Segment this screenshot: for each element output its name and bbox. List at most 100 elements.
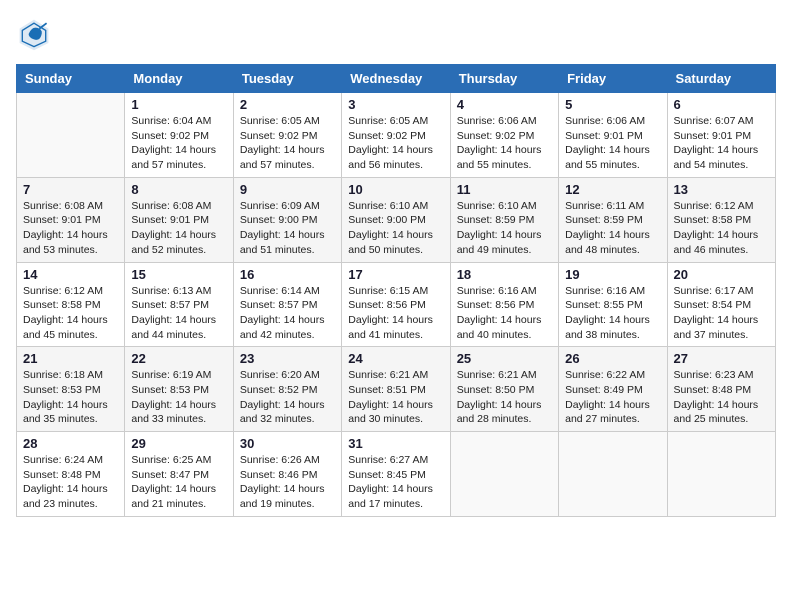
day-number: 24 [348, 351, 443, 366]
calendar-cell: 27 Sunrise: 6:23 AM Sunset: 8:48 PM Dayli… [667, 347, 775, 432]
calendar-cell: 23 Sunrise: 6:20 AM Sunset: 8:52 PM Dayli… [233, 347, 341, 432]
calendar-cell: 16 Sunrise: 6:14 AM Sunset: 8:57 PM Dayli… [233, 262, 341, 347]
calendar-cell: 7 Sunrise: 6:08 AM Sunset: 9:01 PM Daylig… [17, 177, 125, 262]
calendar-cell: 15 Sunrise: 6:13 AM Sunset: 8:57 PM Dayli… [125, 262, 233, 347]
calendar-cell: 29Sunrise: 6:25 AM Sunset: 8:47 PM Dayli… [125, 432, 233, 517]
day-info: Sunrise: 6:06 AM Sunset: 9:02 PM Dayligh… [457, 114, 552, 173]
day-number: 21 [23, 351, 118, 366]
calendar-week-4: 21 Sunrise: 6:18 AM Sunset: 8:53 PM Dayli… [17, 347, 776, 432]
header-day-friday: Friday [559, 65, 667, 93]
calendar-cell: 2 Sunrise: 6:05 AM Sunset: 9:02 PM Daylig… [233, 93, 341, 178]
calendar-cell: 5 Sunrise: 6:06 AM Sunset: 9:01 PM Daylig… [559, 93, 667, 178]
day-info: Sunrise: 6:08 AM Sunset: 9:01 PM Dayligh… [131, 199, 226, 258]
header-day-tuesday: Tuesday [233, 65, 341, 93]
day-info: Sunrise: 6:12 AM Sunset: 8:58 PM Dayligh… [23, 284, 118, 343]
day-number: 7 [23, 182, 118, 197]
day-number: 13 [674, 182, 769, 197]
calendar-cell: 20 Sunrise: 6:17 AM Sunset: 8:54 PM Dayli… [667, 262, 775, 347]
day-number: 1 [131, 97, 226, 112]
day-info: Sunrise: 6:19 AM Sunset: 8:53 PM Dayligh… [131, 368, 226, 427]
day-number: 25 [457, 351, 552, 366]
day-info: Sunrise: 6:07 AM Sunset: 9:01 PM Dayligh… [674, 114, 769, 173]
calendar-cell: 13 Sunrise: 6:12 AM Sunset: 8:58 PM Dayli… [667, 177, 775, 262]
day-number: 2 [240, 97, 335, 112]
calendar-week-5: 28 Sunrise: 6:24 AM Sunset: 8:48 PM Dayli… [17, 432, 776, 517]
calendar-cell: 22 Sunrise: 6:19 AM Sunset: 8:53 PM Dayli… [125, 347, 233, 432]
day-info: Sunrise: 6:25 AM Sunset: 8:47 PM Dayligh… [131, 453, 226, 512]
day-info: Sunrise: 6:05 AM Sunset: 9:02 PM Dayligh… [240, 114, 335, 173]
calendar-cell: 11 Sunrise: 6:10 AM Sunset: 8:59 PM Dayli… [450, 177, 558, 262]
day-info: Sunrise: 6:06 AM Sunset: 9:01 PM Dayligh… [565, 114, 660, 173]
calendar-cell: 8 Sunrise: 6:08 AM Sunset: 9:01 PM Daylig… [125, 177, 233, 262]
day-number: 9 [240, 182, 335, 197]
calendar-cell [559, 432, 667, 517]
logo [16, 16, 56, 52]
day-number: 18 [457, 267, 552, 282]
day-info: Sunrise: 6:08 AM Sunset: 9:01 PM Dayligh… [23, 199, 118, 258]
day-info: Sunrise: 6:23 AM Sunset: 8:48 PM Dayligh… [674, 368, 769, 427]
day-number: 5 [565, 97, 660, 112]
day-info: Sunrise: 6:16 AM Sunset: 8:56 PM Dayligh… [457, 284, 552, 343]
day-number: 31 [348, 436, 443, 451]
calendar-cell: 4 Sunrise: 6:06 AM Sunset: 9:02 PM Daylig… [450, 93, 558, 178]
calendar-cell [450, 432, 558, 517]
day-number: 8 [131, 182, 226, 197]
day-number: 15 [131, 267, 226, 282]
header-day-thursday: Thursday [450, 65, 558, 93]
day-info: Sunrise: 6:10 AM Sunset: 9:00 PM Dayligh… [348, 199, 443, 258]
calendar-table: SundayMondayTuesdayWednesdayThursdayFrid… [16, 64, 776, 517]
logo-icon [16, 16, 52, 52]
calendar-cell: 3Sunrise: 6:05 AM Sunset: 9:02 PM Daylig… [342, 93, 450, 178]
day-info: Sunrise: 6:04 AM Sunset: 9:02 PM Dayligh… [131, 114, 226, 173]
day-info: Sunrise: 6:21 AM Sunset: 8:50 PM Dayligh… [457, 368, 552, 427]
day-number: 11 [457, 182, 552, 197]
day-number: 28 [23, 436, 118, 451]
day-number: 6 [674, 97, 769, 112]
calendar-cell [667, 432, 775, 517]
calendar-cell: 17Sunrise: 6:15 AM Sunset: 8:56 PM Dayli… [342, 262, 450, 347]
day-info: Sunrise: 6:13 AM Sunset: 8:57 PM Dayligh… [131, 284, 226, 343]
page-header [16, 16, 776, 52]
day-number: 26 [565, 351, 660, 366]
calendar-cell: 1 Sunrise: 6:04 AM Sunset: 9:02 PM Daylig… [125, 93, 233, 178]
day-number: 27 [674, 351, 769, 366]
day-info: Sunrise: 6:18 AM Sunset: 8:53 PM Dayligh… [23, 368, 118, 427]
calendar-cell: 24 Sunrise: 6:21 AM Sunset: 8:51 PM Dayli… [342, 347, 450, 432]
day-number: 22 [131, 351, 226, 366]
day-info: Sunrise: 6:17 AM Sunset: 8:54 PM Dayligh… [674, 284, 769, 343]
day-info: Sunrise: 6:24 AM Sunset: 8:48 PM Dayligh… [23, 453, 118, 512]
day-number: 12 [565, 182, 660, 197]
day-info: Sunrise: 6:09 AM Sunset: 9:00 PM Dayligh… [240, 199, 335, 258]
day-number: 19 [565, 267, 660, 282]
day-info: Sunrise: 6:12 AM Sunset: 8:58 PM Dayligh… [674, 199, 769, 258]
day-number: 20 [674, 267, 769, 282]
day-info: Sunrise: 6:14 AM Sunset: 8:57 PM Dayligh… [240, 284, 335, 343]
calendar-cell: 26Sunrise: 6:22 AM Sunset: 8:49 PM Dayli… [559, 347, 667, 432]
calendar-week-1: 1 Sunrise: 6:04 AM Sunset: 9:02 PM Daylig… [17, 93, 776, 178]
day-info: Sunrise: 6:26 AM Sunset: 8:46 PM Dayligh… [240, 453, 335, 512]
calendar-cell [17, 93, 125, 178]
calendar-cell: 9 Sunrise: 6:09 AM Sunset: 9:00 PM Daylig… [233, 177, 341, 262]
day-info: Sunrise: 6:11 AM Sunset: 8:59 PM Dayligh… [565, 199, 660, 258]
calendar-cell: 31 Sunrise: 6:27 AM Sunset: 8:45 PM Dayli… [342, 432, 450, 517]
day-number: 10 [348, 182, 443, 197]
calendar-header-row: SundayMondayTuesdayWednesdayThursdayFrid… [17, 65, 776, 93]
day-info: Sunrise: 6:16 AM Sunset: 8:55 PM Dayligh… [565, 284, 660, 343]
day-number: 30 [240, 436, 335, 451]
calendar-cell: 18 Sunrise: 6:16 AM Sunset: 8:56 PM Dayli… [450, 262, 558, 347]
calendar-week-2: 7 Sunrise: 6:08 AM Sunset: 9:01 PM Daylig… [17, 177, 776, 262]
header-day-monday: Monday [125, 65, 233, 93]
day-number: 23 [240, 351, 335, 366]
day-info: Sunrise: 6:05 AM Sunset: 9:02 PM Dayligh… [348, 114, 443, 173]
day-number: 14 [23, 267, 118, 282]
day-number: 17 [348, 267, 443, 282]
day-info: Sunrise: 6:21 AM Sunset: 8:51 PM Dayligh… [348, 368, 443, 427]
calendar-cell: 30 Sunrise: 6:26 AM Sunset: 8:46 PM Dayli… [233, 432, 341, 517]
day-number: 16 [240, 267, 335, 282]
day-info: Sunrise: 6:20 AM Sunset: 8:52 PM Dayligh… [240, 368, 335, 427]
day-info: Sunrise: 6:27 AM Sunset: 8:45 PM Dayligh… [348, 453, 443, 512]
day-number: 4 [457, 97, 552, 112]
calendar-cell: 14 Sunrise: 6:12 AM Sunset: 8:58 PM Dayli… [17, 262, 125, 347]
day-info: Sunrise: 6:10 AM Sunset: 8:59 PM Dayligh… [457, 199, 552, 258]
calendar-week-3: 14 Sunrise: 6:12 AM Sunset: 8:58 PM Dayli… [17, 262, 776, 347]
